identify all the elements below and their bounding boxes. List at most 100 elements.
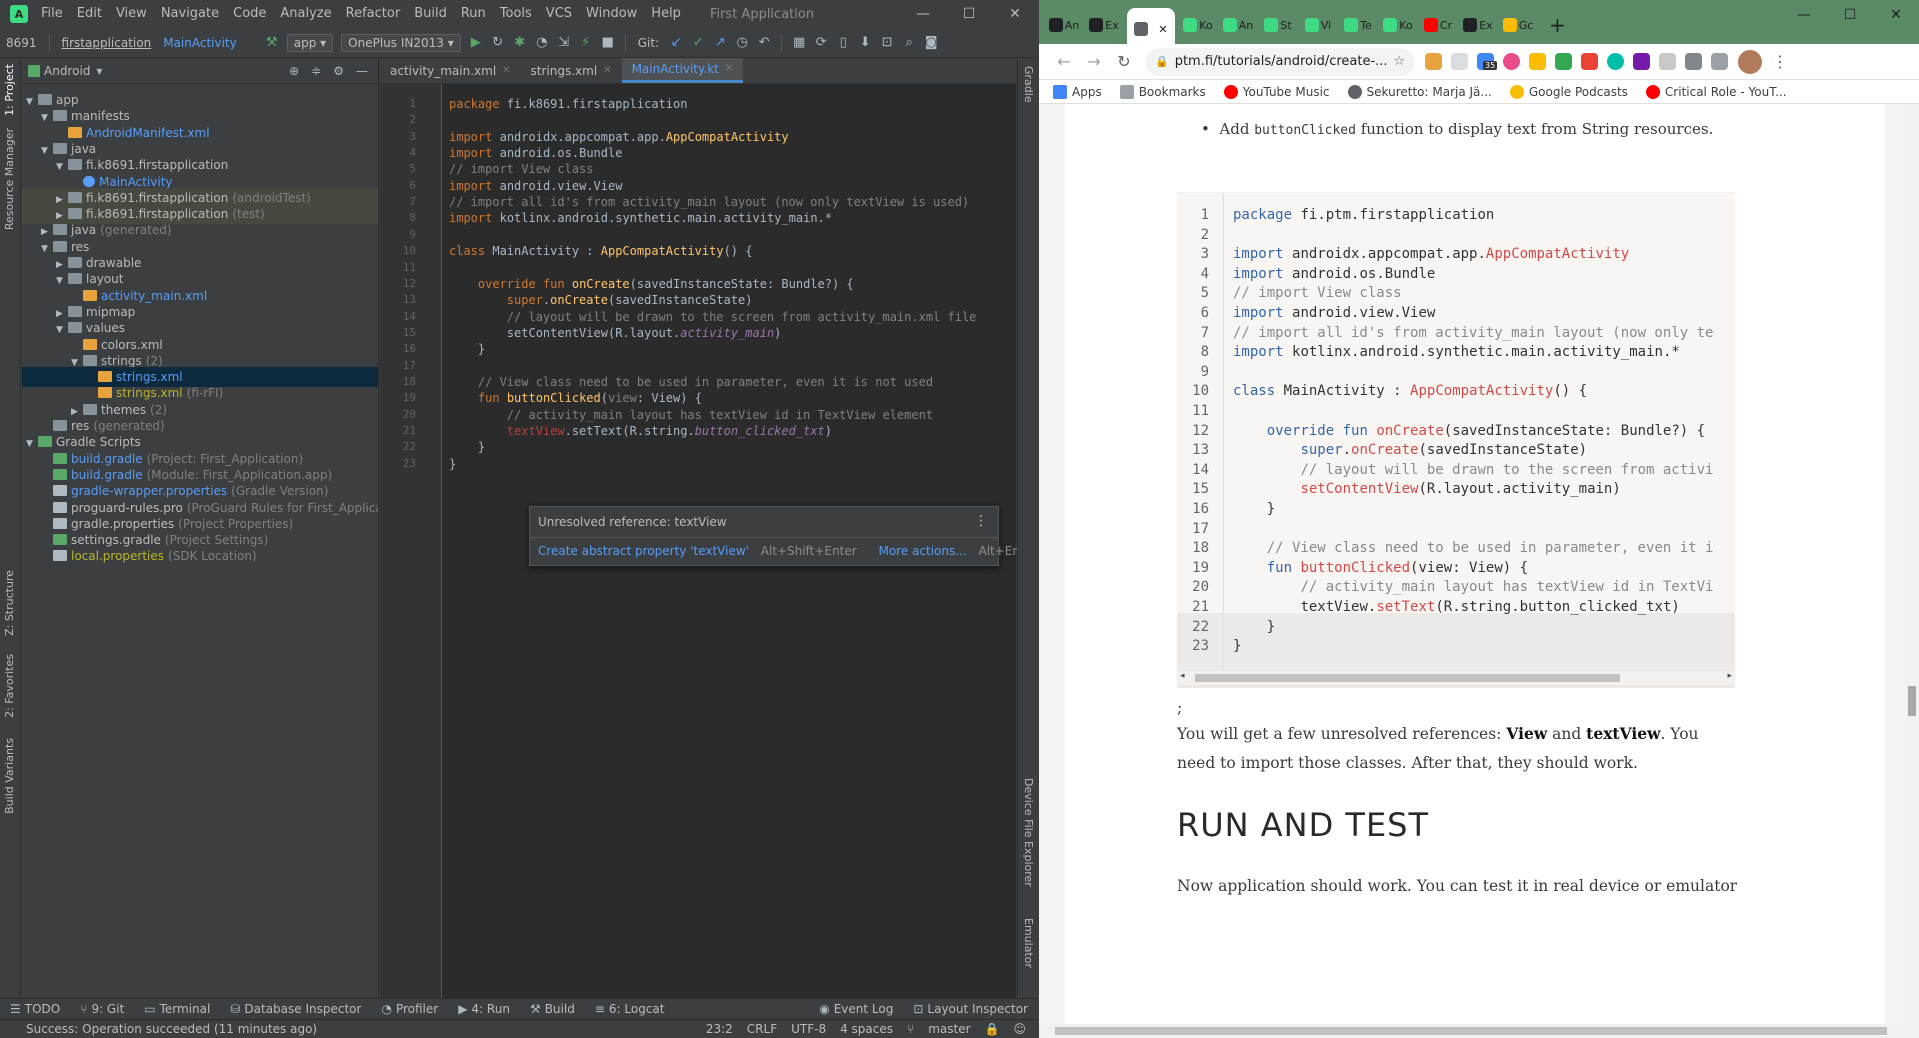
tab-project[interactable]: 1: Project	[3, 64, 16, 116]
locate-icon[interactable]: ⊕	[289, 64, 299, 78]
stop-icon[interactable]: ■	[597, 35, 619, 50]
tool-tab-6-logcat[interactable]: ≡ 6: Logcat	[585, 1002, 675, 1016]
bookmark-item[interactable]: Critical Role - YouT...	[1645, 84, 1787, 99]
more-options-icon[interactable]: ⋮	[974, 513, 988, 529]
code-horizontal-scrollbar[interactable]: ◂ ▸	[1177, 671, 1735, 685]
minimize-icon[interactable]: —	[900, 0, 946, 28]
chevron-down-icon[interactable]: ▾	[96, 64, 102, 78]
debug-icon[interactable]: ✱	[509, 35, 531, 50]
browser-tab[interactable]: Ex	[1461, 8, 1495, 42]
gear-icon[interactable]: ⚙	[333, 64, 344, 78]
line-separator[interactable]: CRLF	[747, 1022, 777, 1036]
bookmark-item[interactable]: Sekuretto: Marja Jä...	[1347, 84, 1492, 99]
apply-changes-icon[interactable]: ⚡	[575, 35, 597, 50]
breadcrumb-project[interactable]: firstapplication	[56, 36, 158, 50]
menu-item-vcs[interactable]: VCS	[539, 0, 579, 28]
browser-tab[interactable]: Ko	[1381, 8, 1415, 42]
project-structure-icon[interactable]: ▦	[788, 35, 810, 50]
run-config-dropdown[interactable]: app ▾	[286, 33, 334, 52]
account-icon[interactable]: ◙	[920, 35, 942, 50]
close-icon[interactable]: ✕	[992, 0, 1038, 28]
browser-tab[interactable]: Vi	[1301, 8, 1335, 42]
extension-icon[interactable]	[1659, 53, 1676, 70]
close-tab-icon[interactable]: ✕	[1158, 23, 1167, 36]
tool-tab-build[interactable]: ⚒ Build	[520, 1002, 585, 1016]
reading-list-icon[interactable]	[1711, 53, 1728, 70]
close-icon[interactable]: ✕	[603, 58, 611, 84]
scroll-thumb[interactable]	[1908, 686, 1916, 716]
lock-icon[interactable]: 🔒	[985, 1022, 1000, 1036]
reload-icon[interactable]: ↻	[1109, 52, 1139, 71]
tool-tab-layout-inspector[interactable]: ⊡ Layout Inspector	[903, 1002, 1038, 1016]
browser-tab[interactable]: Te	[1341, 8, 1375, 42]
browser-tab[interactable]: An	[1047, 8, 1081, 42]
extension-icon[interactable]	[1451, 53, 1468, 70]
menu-item-tools[interactable]: Tools	[493, 0, 539, 28]
more-actions-link[interactable]: More actions...	[878, 544, 966, 558]
maximize-icon[interactable]: ☐	[946, 0, 992, 28]
menu-item-navigate[interactable]: Navigate	[154, 0, 226, 28]
search-icon[interactable]: ⌕	[898, 35, 920, 50]
face-icon[interactable]: ☺	[1013, 1022, 1026, 1036]
editor-tab[interactable]: MainActivity.kt ✕	[621, 58, 744, 83]
close-icon[interactable]: ✕	[1873, 0, 1919, 30]
menu-item-file[interactable]: File	[34, 0, 70, 28]
bookmark-star-icon[interactable]: ☆	[1393, 54, 1405, 69]
onenote-icon[interactable]	[1633, 53, 1650, 70]
extension-icon[interactable]	[1503, 53, 1520, 70]
close-icon[interactable]: ✕	[502, 58, 510, 84]
extension-icon[interactable]	[1607, 53, 1624, 70]
lock-icon[interactable]: 🔒	[1155, 55, 1169, 68]
project-view-dropdown[interactable]: Android	[44, 64, 90, 78]
calendar-extension-icon[interactable]: 35	[1477, 53, 1498, 70]
browser-tab[interactable]: Ko	[1181, 8, 1215, 42]
tool-tab-profiler[interactable]: ◔ Profiler	[371, 1002, 448, 1016]
avd-manager-icon[interactable]: ▯	[832, 35, 854, 50]
extensions-puzzle-icon[interactable]	[1685, 53, 1702, 70]
git-branch[interactable]: master	[928, 1022, 970, 1036]
extension-icon[interactable]	[1529, 53, 1546, 70]
menu-item-run[interactable]: Run	[454, 0, 493, 28]
layout-inspector-icon[interactable]: ⊡	[876, 35, 898, 50]
scroll-right-icon[interactable]: ▸	[1727, 671, 1732, 681]
collapse-all-icon[interactable]: ≑	[311, 64, 321, 78]
menu-item-help[interactable]: Help	[644, 0, 688, 28]
menu-item-refactor[interactable]: Refactor	[339, 0, 408, 28]
sync-gradle-icon[interactable]: ⟳	[810, 35, 832, 50]
menu-item-build[interactable]: Build	[407, 0, 454, 28]
tool-tab-event-log[interactable]: ◉ Event Log	[809, 1002, 903, 1016]
rollback-icon[interactable]: ↶	[753, 35, 775, 50]
browser-tab[interactable]: Gc	[1501, 8, 1535, 42]
menu-item-analyze[interactable]: Analyze	[273, 0, 338, 28]
scroll-thumb[interactable]	[1195, 674, 1620, 682]
tab-device-file-explorer[interactable]: Device File Explorer	[1022, 778, 1035, 887]
caret-position[interactable]: 23:2	[706, 1022, 733, 1036]
rerun-icon[interactable]: ↻	[487, 35, 509, 50]
file-encoding[interactable]: UTF-8	[791, 1022, 826, 1036]
tab-structure[interactable]: Z: Structure	[3, 570, 16, 636]
tree-item[interactable]: local.properties (SDK Location)	[22, 546, 378, 566]
browser-tab[interactable]: St	[1261, 8, 1295, 42]
indent-setting[interactable]: 4 spaces	[840, 1022, 893, 1036]
page-horizontal-scrollbar[interactable]	[1039, 1024, 1905, 1038]
tab-favorites[interactable]: 2: Favorites	[3, 654, 16, 718]
close-icon[interactable]: ✕	[725, 58, 733, 82]
breadcrumb-prefix[interactable]: 8691	[0, 36, 43, 50]
git-commit-icon[interactable]: ✓	[687, 35, 709, 50]
tool-tab-9-git[interactable]: ⑂ 9: Git	[70, 1002, 134, 1016]
tool-tab-4-run[interactable]: ▶ 4: Run	[448, 1002, 520, 1016]
tool-tab-todo[interactable]: ☰ TODO	[0, 1002, 70, 1016]
page-vertical-scrollbar[interactable]	[1905, 104, 1919, 1038]
bookmark-item[interactable]: YouTube Music	[1223, 84, 1330, 99]
hammer-icon[interactable]: ⚒	[261, 35, 283, 50]
device-dropdown[interactable]: OnePlus IN2013 ▾	[341, 33, 461, 52]
minimize-icon[interactable]: —	[1781, 0, 1827, 30]
tool-tab-database-inspector[interactable]: ⛁ Database Inspector	[220, 1002, 371, 1016]
browser-tab[interactable]: Ex	[1087, 8, 1121, 42]
sdk-manager-icon[interactable]: ⬇	[854, 35, 876, 50]
maximize-icon[interactable]: ☐	[1827, 0, 1873, 30]
code-line[interactable]: }	[443, 454, 1016, 474]
scroll-thumb[interactable]	[1055, 1027, 1887, 1035]
bookmark-item[interactable]: Apps	[1053, 84, 1102, 99]
avatar[interactable]	[1738, 49, 1762, 74]
